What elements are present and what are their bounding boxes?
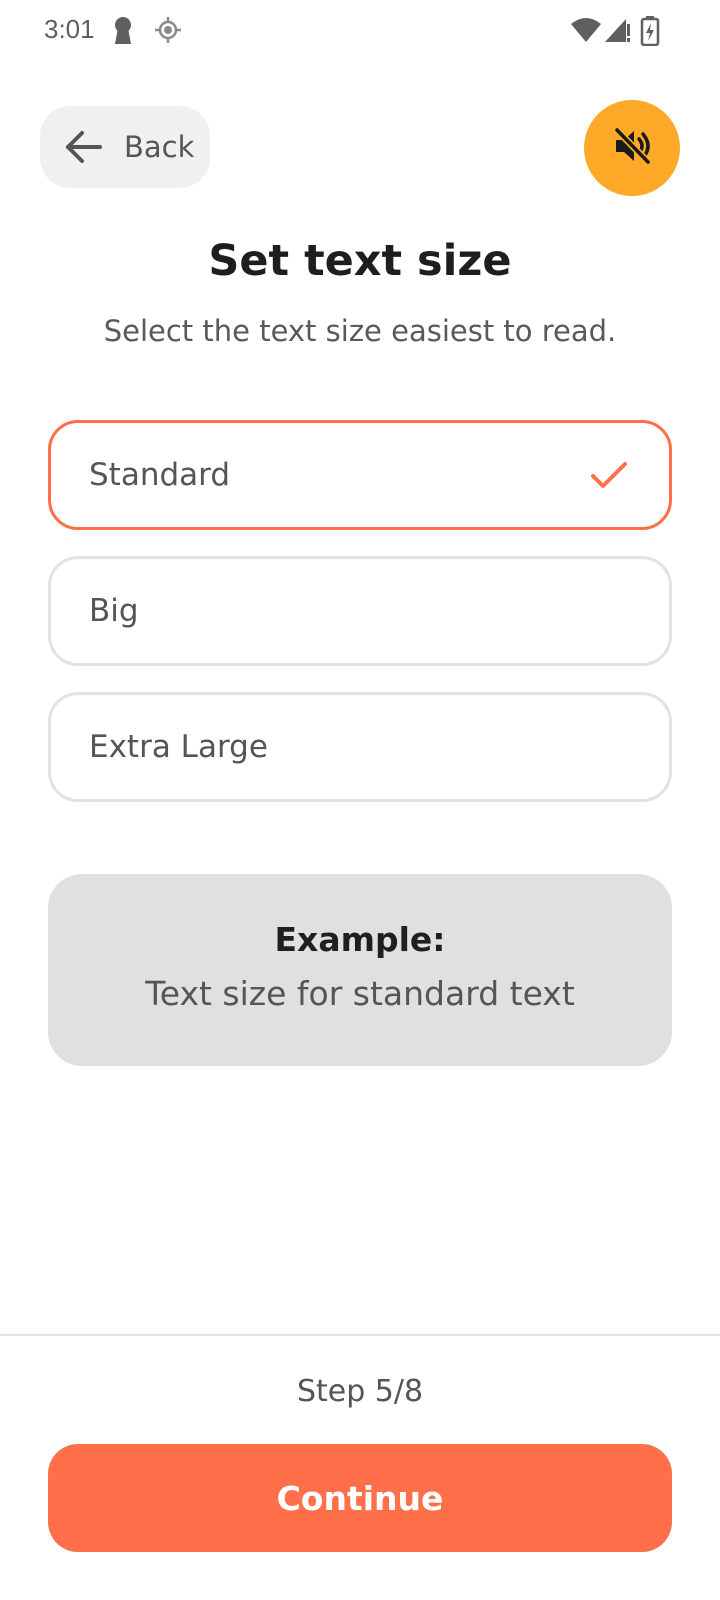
back-label: Back — [124, 130, 195, 164]
option-label: Extra Large — [89, 729, 268, 765]
arrow-left-icon — [64, 127, 104, 167]
option-label: Standard — [89, 457, 231, 493]
option-label: Big — [89, 593, 139, 629]
status-bar: 3:01 — [0, 0, 720, 62]
continue-label: Continue — [276, 1478, 444, 1518]
option-extra-large[interactable]: Extra Large — [48, 692, 672, 802]
volume-off-icon — [611, 125, 653, 171]
wifi-icon — [570, 16, 602, 48]
example-heading: Example: — [274, 920, 446, 959]
option-big[interactable]: Big — [48, 556, 672, 666]
screen: 3:01 Back Set text size Select the text … — [0, 0, 720, 1600]
mute-button[interactable] — [584, 100, 680, 196]
cell-signal-icon — [604, 16, 632, 48]
keyhole-icon — [112, 16, 134, 50]
step-indicator: Step 5/8 — [296, 1374, 424, 1409]
continue-button[interactable]: Continue — [48, 1444, 672, 1552]
battery-charging-icon — [640, 16, 660, 50]
page-subtitle: Select the text size easiest to read. — [103, 314, 617, 348]
back-button[interactable]: Back — [40, 106, 210, 188]
example-text: Text size for standard text — [145, 974, 575, 1013]
example-box: Example: Text size for standard text — [48, 874, 672, 1066]
status-time: 3:01 — [44, 14, 95, 44]
page-title: Set text size — [208, 236, 512, 286]
footer-divider — [0, 1334, 720, 1336]
option-standard[interactable]: Standard — [48, 420, 672, 530]
check-icon — [589, 455, 629, 495]
location-icon — [154, 16, 182, 48]
